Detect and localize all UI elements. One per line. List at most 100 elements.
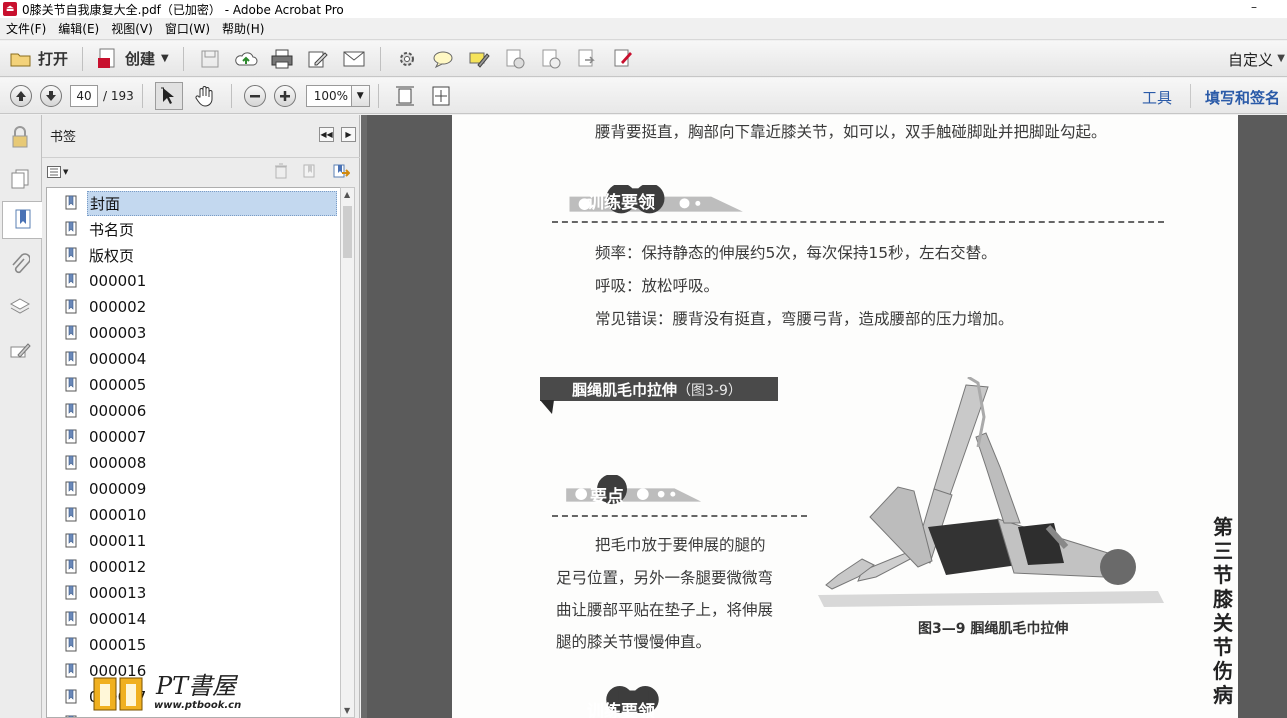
chevron-down-icon[interactable]: ▼ bbox=[1277, 53, 1285, 64]
bookmark-item[interactable]: 000003 bbox=[65, 322, 341, 344]
bookmark-label: 000009 bbox=[89, 480, 147, 498]
separator bbox=[379, 46, 381, 71]
export-icon[interactable] bbox=[573, 45, 601, 73]
comment-icon[interactable] bbox=[429, 45, 457, 73]
previous-page-button[interactable] bbox=[10, 84, 32, 107]
tag-bookmark-icon[interactable] bbox=[332, 163, 351, 179]
bookmark-item[interactable]: 000005 bbox=[65, 374, 341, 396]
bookmark-item[interactable]: 000008 bbox=[65, 452, 341, 474]
fill-sign-pane-link[interactable]: 填写和签名 bbox=[1205, 87, 1280, 108]
fullscreen-icon bbox=[432, 86, 450, 105]
signatures-icon[interactable] bbox=[6, 337, 34, 365]
bookmark-label: 000004 bbox=[89, 350, 147, 368]
menu-window[interactable]: 窗口(W) bbox=[159, 20, 216, 37]
zoom-in-button[interactable] bbox=[273, 84, 296, 107]
select-tool-button[interactable] bbox=[154, 81, 183, 110]
key-points-badge-graphic bbox=[566, 475, 702, 505]
open-label: 打开 bbox=[38, 50, 69, 68]
bookmarks-list[interactable]: 封面 书名页版权页 000001 000002 000003 000004 000005 00… bbox=[46, 187, 344, 718]
menu-help[interactable]: 帮助(H) bbox=[216, 20, 270, 37]
highlight-icon[interactable] bbox=[465, 45, 493, 73]
bookmark-icon bbox=[15, 209, 30, 229]
bookmark-item[interactable]: 000015 bbox=[65, 634, 341, 656]
separator bbox=[1190, 84, 1191, 108]
bookmarks-panel-title: 书签 bbox=[50, 129, 77, 145]
bookmark-icon bbox=[65, 611, 77, 626]
bookmark-icon bbox=[65, 299, 77, 314]
bookmark-item[interactable]: 000009 bbox=[65, 478, 341, 500]
secure-icon[interactable] bbox=[501, 45, 529, 73]
separator bbox=[82, 46, 84, 71]
bookmark-label: 封面 bbox=[87, 190, 337, 216]
zoom-input[interactable]: 100% bbox=[305, 84, 352, 107]
fit-page-button[interactable] bbox=[391, 82, 419, 110]
exercise-photo bbox=[818, 377, 1164, 607]
new-bookmark-icon[interactable] bbox=[302, 163, 318, 179]
bookmark-item[interactable]: 000013 bbox=[65, 582, 341, 604]
bookmark-icon bbox=[65, 585, 77, 600]
expand-panel-button[interactable]: ▶ bbox=[341, 127, 356, 142]
attachments-icon[interactable] bbox=[6, 251, 34, 279]
hand-icon bbox=[195, 85, 213, 107]
menu-view[interactable]: 视图(V) bbox=[105, 20, 159, 37]
customize-button[interactable]: 自定义 bbox=[1228, 49, 1273, 70]
collapse-panel-button[interactable]: ◀◀ bbox=[319, 127, 334, 142]
zoom-dropdown-button[interactable]: ▼ bbox=[351, 84, 370, 107]
bookmark-label: 000011 bbox=[89, 532, 147, 550]
scrollbar-thumb[interactable] bbox=[343, 206, 352, 258]
bookmark-item[interactable]: 封面 bbox=[65, 190, 341, 216]
scroll-down-icon[interactable]: ▼ bbox=[344, 706, 350, 715]
review-icon[interactable] bbox=[609, 45, 637, 73]
fullscreen-button[interactable] bbox=[427, 82, 455, 110]
bookmark-options-menu[interactable]: ▼ bbox=[47, 164, 71, 180]
minimize-button[interactable]: – bbox=[1251, 0, 1257, 14]
layers-icon[interactable] bbox=[6, 293, 34, 321]
next-page-button[interactable] bbox=[40, 84, 62, 107]
print-icon[interactable] bbox=[268, 45, 296, 73]
panel-splitter[interactable] bbox=[361, 115, 367, 718]
document-area[interactable]: 腰背要挺直，胸部向下靠近膝关节，如可以，双手触碰脚趾并把脚趾勾起。 训练要领 频… bbox=[361, 115, 1287, 718]
cloud-upload-icon[interactable] bbox=[232, 45, 260, 73]
bookmark-icon bbox=[65, 273, 77, 288]
menu-edit[interactable]: 编辑(E) bbox=[52, 20, 105, 37]
edit-icon[interactable] bbox=[304, 45, 332, 73]
page-thumbnails-icon[interactable] bbox=[6, 165, 34, 193]
zoom-out-button[interactable] bbox=[243, 84, 266, 107]
bookmark-item[interactable]: 000010 bbox=[65, 504, 341, 526]
bookmark-item[interactable]: 000011 bbox=[65, 530, 341, 552]
bookmarks-panel-header: 书签 ◀◀ ▶ bbox=[42, 115, 360, 155]
bookmark-item[interactable]: 版权页 bbox=[65, 244, 341, 266]
hand-tool-button[interactable] bbox=[191, 82, 219, 110]
menu-file[interactable]: 文件(F) bbox=[0, 20, 52, 37]
save-icon[interactable] bbox=[196, 45, 224, 73]
bookmark-item[interactable]: 000014 bbox=[65, 608, 341, 630]
bookmarks-panel-tab[interactable] bbox=[2, 201, 42, 239]
lock-icon[interactable] bbox=[6, 123, 34, 151]
bookmark-item[interactable]: 000002 bbox=[65, 296, 341, 318]
bookmark-item[interactable]: 000004 bbox=[65, 348, 341, 370]
delete-bookmark-icon[interactable] bbox=[274, 163, 290, 179]
bookmark-item[interactable]: 000012 bbox=[65, 556, 341, 578]
figure-caption: 图3—9 腘绳肌毛巾拉伸 bbox=[918, 621, 1069, 637]
bookmark-item[interactable]: 000001 bbox=[65, 270, 341, 292]
bookmark-label: 000008 bbox=[89, 454, 147, 472]
page-number-input[interactable]: 40 bbox=[70, 84, 98, 107]
email-icon[interactable] bbox=[340, 45, 368, 73]
tools-pane-link[interactable]: 工具 bbox=[1142, 87, 1172, 108]
separator bbox=[230, 83, 232, 108]
separator bbox=[141, 83, 143, 108]
bookmark-item[interactable]: 000007 bbox=[65, 426, 341, 448]
banner-corner bbox=[540, 400, 554, 414]
create-button[interactable]: 创建 ▼ bbox=[91, 45, 175, 73]
gear-icon[interactable] bbox=[393, 45, 421, 73]
fit-page-icon bbox=[395, 86, 414, 105]
separator bbox=[182, 46, 184, 71]
scroll-up-icon[interactable]: ▲ bbox=[344, 190, 350, 199]
key-points-badge-label: 要点 bbox=[590, 487, 624, 507]
bookmarks-scrollbar[interactable]: ▲ ▼ bbox=[340, 187, 355, 718]
bookmark-item[interactable]: 000006 bbox=[65, 400, 341, 422]
open-button[interactable]: 打开 bbox=[4, 45, 74, 73]
sign-icon[interactable] bbox=[537, 45, 565, 73]
main-toolbar: 打开 创建 ▼ 自定义 ▼ bbox=[0, 41, 1287, 77]
bookmark-item[interactable]: 书名页 bbox=[65, 218, 341, 240]
